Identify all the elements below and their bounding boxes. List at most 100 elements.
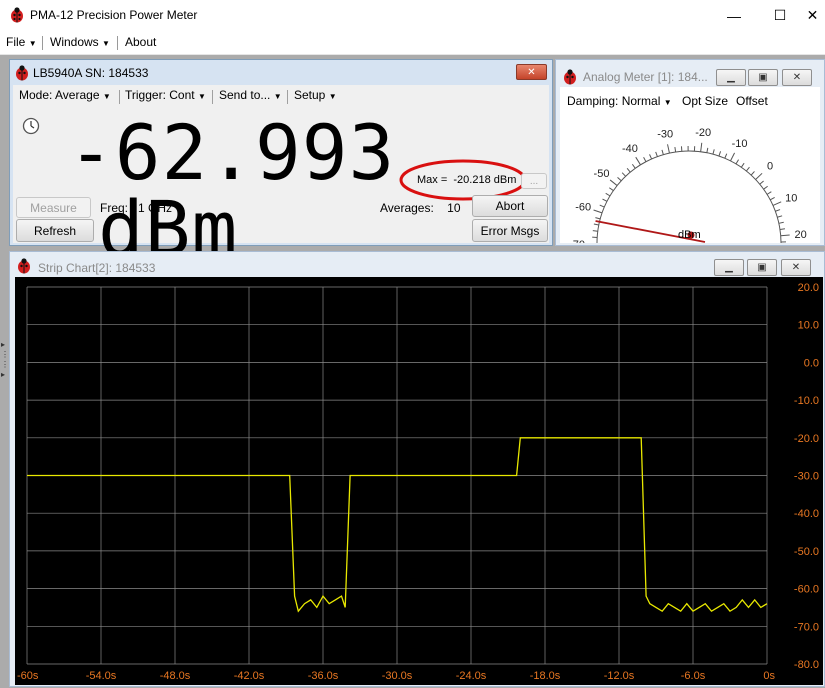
error-msgs-button[interactable]: Error Msgs — [472, 219, 548, 242]
menu-windows[interactable]: Windows ▼ — [50, 35, 110, 49]
y-tick-label: -70.0 — [794, 621, 819, 633]
trigger-menu[interactable]: Trigger: Cont ▼ — [125, 88, 206, 102]
gauge-tick — [725, 154, 727, 159]
gauge-scale-label: -40 — [622, 143, 638, 155]
gauge-tick — [675, 147, 676, 152]
gauge-tick — [751, 171, 754, 175]
menu-separator — [119, 90, 120, 104]
gauge-tick — [627, 168, 630, 172]
y-tick-label: 20.0 — [798, 282, 819, 294]
gauge-tick — [636, 157, 641, 165]
gauge-tick — [779, 222, 784, 223]
analog-meter-window: Analog Meter [1]: 184... ▁ ▣ ✕ Damping: … — [555, 59, 825, 246]
gauge-tick — [594, 210, 603, 213]
close-button[interactable]: ✕ — [800, 0, 825, 31]
strip-chart-panel: -60s-54.0s-48.0s-42.0s-36.0s-30.0s-24.0s… — [15, 277, 823, 685]
refresh-button[interactable]: Refresh — [16, 219, 94, 242]
y-tick-label: -30.0 — [794, 471, 819, 483]
analog-meter-panel: Damping: Normal ▼ Opt Size Offset -80-70… — [560, 87, 820, 243]
ladybug-icon — [563, 69, 577, 85]
gauge-scale-label: -10 — [732, 138, 748, 150]
gauge-tick — [746, 167, 749, 171]
restore-icon[interactable]: ▣ — [747, 259, 777, 276]
gauge-tick — [644, 157, 646, 161]
maximize-button[interactable]: ☐ — [757, 0, 803, 31]
clock-icon[interactable] — [22, 117, 40, 135]
chevron-down-icon: ▼ — [103, 92, 111, 101]
opt-size-button[interactable]: Opt Size — [682, 94, 728, 108]
close-icon[interactable]: ✕ — [782, 69, 812, 86]
setup-menu[interactable]: Setup ▼ — [294, 88, 337, 102]
gauge-tick — [618, 177, 622, 180]
x-tick-label: -6.0s — [681, 670, 706, 682]
minimize-button[interactable]: — — [711, 0, 757, 31]
chevron-down-icon: ▼ — [102, 39, 110, 48]
menu-separator — [287, 90, 288, 104]
gauge-tick — [632, 164, 635, 168]
gauge-tick — [622, 173, 625, 177]
x-tick-label: -24.0s — [456, 670, 487, 682]
gauge-tick — [609, 188, 613, 191]
x-tick-label: -48.0s — [160, 670, 191, 682]
minimize-icon[interactable]: ▁ — [714, 259, 744, 276]
y-tick-label: -60.0 — [794, 584, 819, 596]
splitter-handle[interactable]: ▸⋮⋮▸ — [1, 340, 9, 380]
chevron-down-icon: ▼ — [664, 98, 672, 107]
gauge-scale-label: -50 — [594, 168, 610, 180]
damping-menu[interactable]: Damping: Normal ▼ — [567, 94, 672, 108]
offset-button[interactable]: Offset — [736, 94, 768, 108]
gauge-tick — [701, 143, 702, 152]
menu-file[interactable]: File ▼ — [6, 35, 37, 49]
menu-file-label: File — [6, 35, 25, 49]
close-icon[interactable]: ✕ — [516, 64, 547, 80]
gauge-tick — [775, 210, 780, 212]
gauge-tick — [767, 192, 771, 195]
y-tick-label: -50.0 — [794, 546, 819, 558]
y-tick-label: 0.0 — [804, 357, 819, 369]
gauge-tick — [594, 224, 599, 225]
menu-separator — [42, 36, 43, 50]
gauge-unit: dBm — [678, 229, 701, 241]
gauge-scale-label: -30 — [657, 129, 673, 141]
ladybug-icon — [15, 65, 29, 81]
max-options-button[interactable]: ... — [521, 173, 547, 189]
abort-button[interactable]: Abort — [472, 195, 548, 217]
minimize-icon[interactable]: ▁ — [716, 69, 746, 86]
title-bar: PMA-12 Precision Power Meter — ☐ ✕ — [0, 0, 825, 31]
strip-chart-window: Strip Chart[2]: 184533 ▁ ▣ ✕ -60s-54.0s-… — [9, 251, 825, 687]
x-tick-label: -30.0s — [382, 670, 413, 682]
gauge-scale-label: -70 — [569, 239, 585, 243]
measure-button[interactable]: Measure — [16, 197, 91, 218]
y-tick-label: -10.0 — [794, 395, 819, 407]
gauge-tick — [764, 186, 768, 189]
averages-label: Averages: — [380, 201, 434, 215]
gauge-tick — [741, 163, 744, 167]
averages-readout: Averages: 10 — [380, 201, 461, 215]
x-tick-label: -12.0s — [604, 670, 635, 682]
menu-separator — [117, 36, 118, 50]
menu-about[interactable]: About — [125, 35, 156, 49]
gauge-tick — [593, 231, 598, 232]
restore-icon[interactable]: ▣ — [748, 69, 778, 86]
gauge-scale-label: 10 — [785, 192, 797, 204]
send-to-label: Send to... — [219, 88, 270, 102]
sensor-window: LB5940A SN: 184533 ✕ Mode: Average ▼ Tri… — [9, 59, 553, 246]
gauge-tick — [595, 218, 600, 219]
gauge-scale-label: 20 — [795, 229, 807, 241]
gauge-tick — [736, 160, 739, 164]
gauge-tick — [781, 235, 790, 236]
send-to-menu[interactable]: Send to... ▼ — [219, 88, 282, 102]
gauge-tick — [707, 148, 708, 153]
close-icon[interactable]: ✕ — [781, 259, 811, 276]
sensor-panel: Mode: Average ▼ Trigger: Cont ▼ Send to.… — [13, 85, 549, 243]
y-tick-label: 10.0 — [798, 320, 819, 332]
mode-menu[interactable]: Mode: Average ▼ — [19, 88, 111, 102]
freq-value: 1 GHz — [138, 201, 172, 215]
ladybug-icon — [10, 7, 24, 23]
strip-chart: -60s-54.0s-48.0s-42.0s-36.0s-30.0s-24.0s… — [15, 277, 823, 685]
gauge-tick — [650, 154, 652, 159]
x-tick-label: -36.0s — [308, 670, 339, 682]
gauge-scale-label: 0 — [767, 161, 773, 173]
gauge-tick — [603, 199, 607, 201]
gauge-tick — [713, 149, 714, 154]
